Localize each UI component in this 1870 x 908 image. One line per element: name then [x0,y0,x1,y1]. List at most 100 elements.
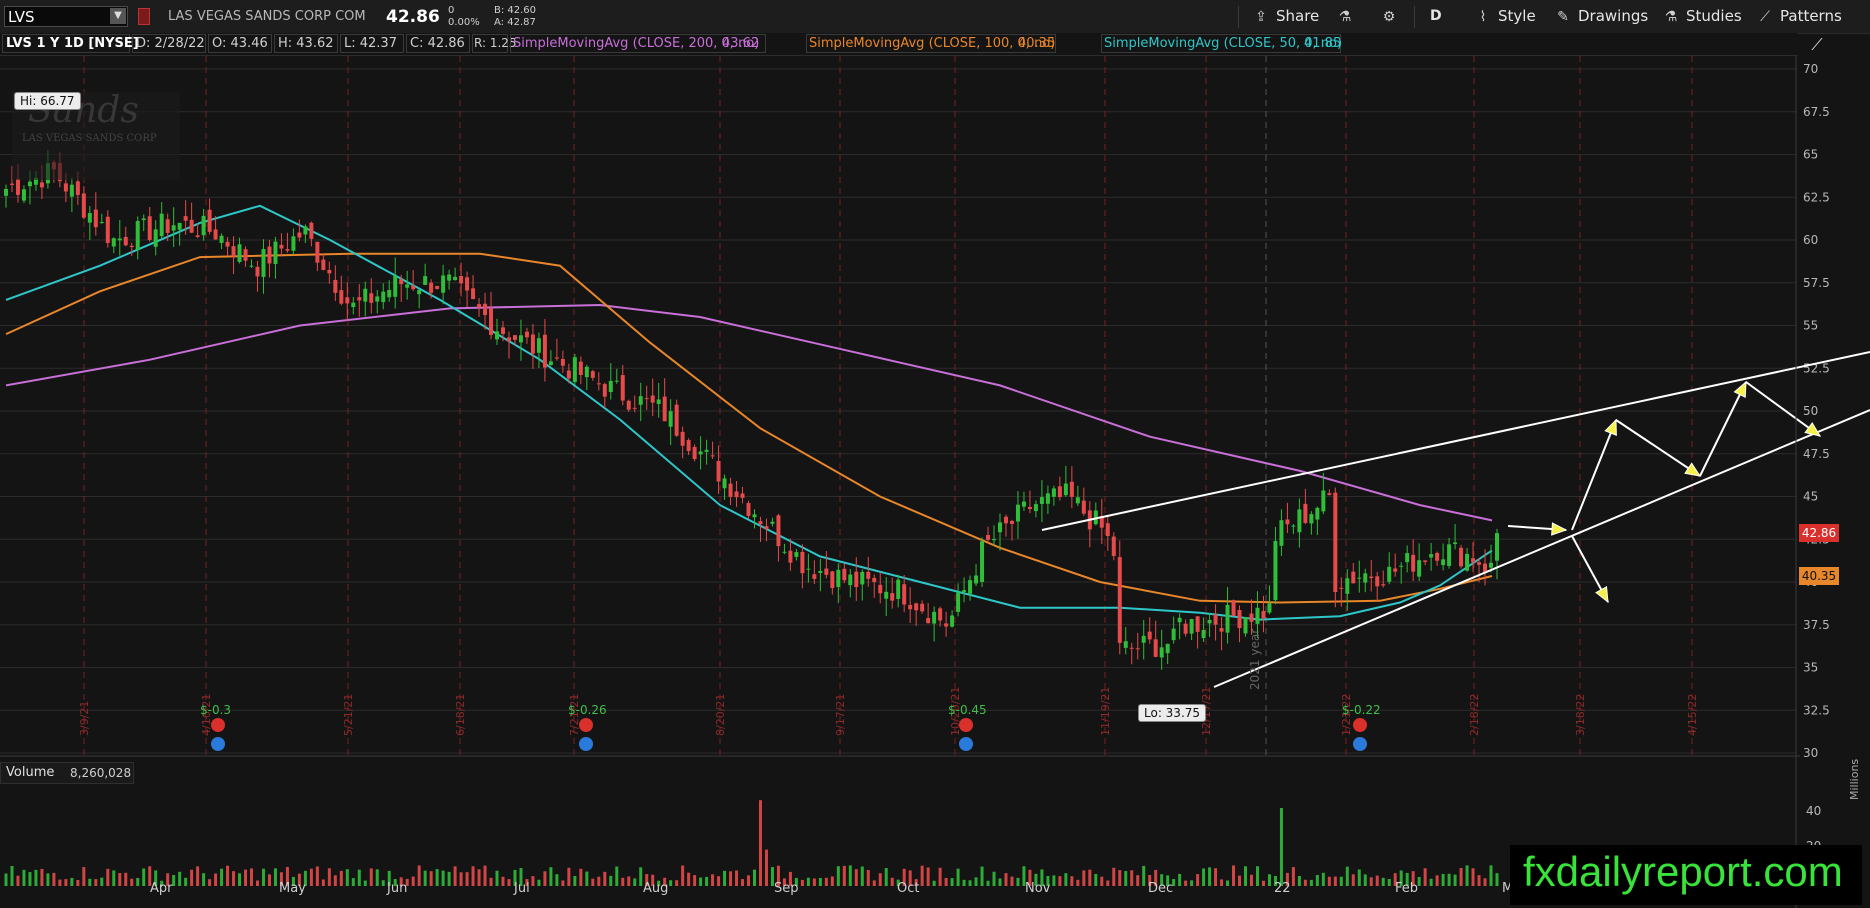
candle-body [333,279,338,293]
candle-body [4,188,8,196]
candle-body [435,286,440,290]
drawings-button[interactable]: ✎ Drawings [1554,0,1648,33]
candle-body [441,275,446,293]
candle-body [512,335,517,340]
month-label: Feb [1395,881,1418,896]
candle-body [1495,533,1499,561]
candle-body [1429,554,1434,558]
month-label: Jun [386,881,407,896]
volume-bar [1136,875,1140,886]
beaker-button[interactable]: ⚗ [1336,0,1354,33]
candle-body [207,209,212,232]
ask-price: A: 42.87 [494,17,536,28]
percent-change: 0.00% [448,17,480,28]
studies-button[interactable]: ⚗ Studies [1662,0,1742,33]
candle-body [1315,507,1320,520]
y-tick-label: 62.5 [1803,190,1830,204]
candle-body [249,265,254,267]
volume-bar [429,871,433,886]
volume-bar [507,879,511,886]
candle-body [686,440,691,452]
candle-body [986,535,991,540]
candle-body [632,407,637,409]
candle-body [1255,607,1260,624]
candle-body [1321,490,1326,512]
volume-bar [669,880,673,886]
sma50-value: 41.85 [1304,36,1342,51]
event-date-label: 4/15/22 [1686,694,1699,736]
dividend-label: $-0.26 [568,703,607,717]
symbol-dropdown-icon[interactable]: ▼ [110,8,126,24]
event-date-label: 3/18/22 [1574,694,1587,736]
candle-body [752,514,757,518]
volume-bar [1369,877,1373,886]
volume-bar [758,800,762,886]
candle-body [405,284,410,288]
volume-bar [986,880,990,886]
y-tick-label: 70 [1803,62,1818,76]
candle-body [608,380,613,392]
candle-body [974,575,979,584]
candle-body [614,380,619,382]
candle-body [890,593,895,601]
y-tick-label: 32.5 [1803,703,1830,717]
style-button[interactable]: ⌇ Style [1474,0,1536,33]
volume-bar [1016,877,1020,886]
candle-body [1327,493,1332,496]
earnings-icon [959,737,973,751]
candle-body [1399,565,1404,567]
candle-body [860,571,865,585]
volume-bar [88,878,92,886]
share-icon: ⇪ [1255,8,1267,25]
candle-body [1423,560,1428,562]
price-chart[interactable]: 3/9/21 4/16/21 5/21/21 6/18/21 7/21/21 8/20/2… [0,56,1870,908]
candle-body [339,290,344,304]
drawing-tool-icon[interactable]: ⟋ [1806,35,1828,55]
candle-body [626,400,631,410]
candle-body [878,584,883,594]
high-label: Hi: 66.77 [14,92,81,110]
volume-bar [842,865,846,886]
volume-bar [4,873,8,886]
volume-bar [1100,876,1104,886]
volume-bar [806,877,810,886]
symbol-flag-icon[interactable] [138,8,150,25]
candle-body [842,568,847,581]
candle-body [950,615,955,627]
volume-bar [1064,873,1068,886]
candle-body [1453,542,1458,545]
volume-bar [1208,867,1212,886]
earnings-icon [211,737,225,751]
volume-bar [597,876,601,886]
candle-body [423,276,428,285]
settings-button[interactable]: ⚙ [1380,0,1398,33]
volume-bar [968,880,972,886]
volume-bar [1459,868,1463,886]
volume-bar [621,877,625,886]
candle-body [662,396,667,422]
period-button[interactable]: D [1430,0,1442,33]
share-button[interactable]: ⇪ Share [1252,0,1319,33]
bar-close: C: 42.86 [410,36,465,51]
patterns-button[interactable]: ⟋ Patterns [1756,0,1842,33]
volume-bar [196,866,200,886]
candle-body [1297,509,1302,533]
candle-body [554,357,559,359]
candle-body [1015,504,1020,522]
volume-bar [1417,876,1421,886]
candle-body [1465,553,1470,571]
volume-bar [699,877,703,886]
candle-body [87,213,92,223]
volume-bar [495,870,499,886]
y-tick-label: 37.5 [1803,618,1830,632]
candle-body [770,521,775,524]
candle-body [303,226,308,235]
volume-bar [866,869,870,886]
candle-body [231,246,236,257]
candle-body [219,235,224,243]
volume-bar [764,849,768,886]
candle-body [99,222,104,224]
candle-body [1063,483,1068,496]
candle-body [1261,611,1266,619]
volume-bar [1118,870,1122,886]
